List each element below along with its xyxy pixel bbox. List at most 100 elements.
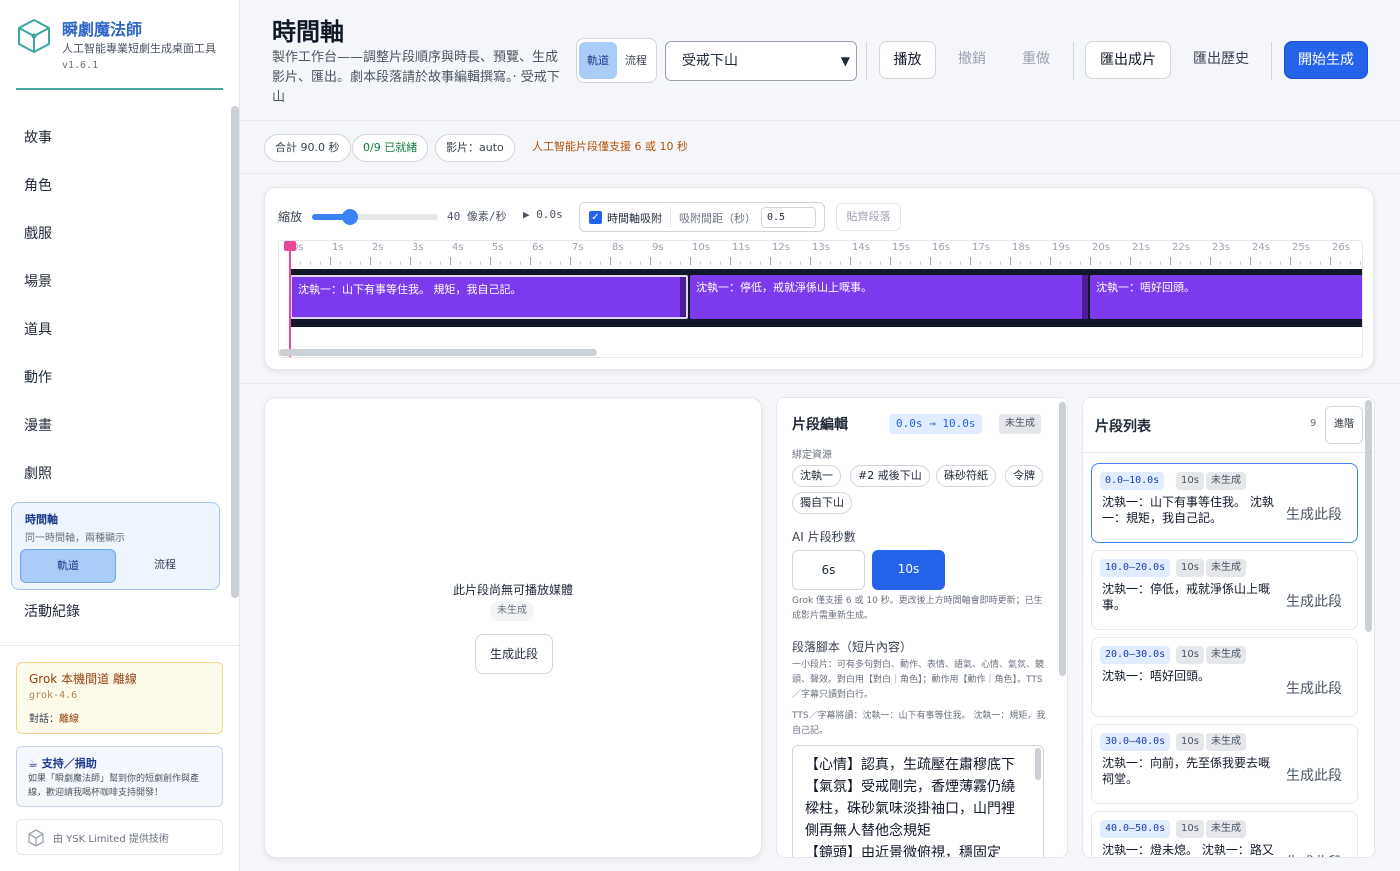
ruler-minor-tick <box>740 261 741 265</box>
start-generation-button[interactable]: 開始生成 <box>1284 41 1368 79</box>
track-view-button[interactable]: 軌道 <box>579 42 617 79</box>
credit-text: 由 YSK Limited 提供技術 <box>53 834 169 845</box>
export-video-button[interactable]: 匯出成片 <box>1085 41 1171 79</box>
ruler-minor-tick <box>560 261 561 265</box>
sidebar-item-timeline[interactable]: 時間軸 同一時間軸，兩種顯示 軌道 流程 <box>11 502 220 590</box>
flow-view-button[interactable]: 流程 <box>617 42 655 79</box>
clip-list-scrollbar[interactable] <box>1365 400 1372 632</box>
sidebar-item-costumes[interactable]: 戲服 <box>0 210 230 258</box>
sidebar-item-scenes[interactable]: 場景 <box>0 258 230 306</box>
clip-status: 未生成 <box>1206 733 1246 751</box>
play-button[interactable]: 播放 <box>879 41 936 79</box>
story-select-value: 受戒下山 <box>682 53 738 69</box>
sidebar-item-stills[interactable]: 劇照 <box>0 450 230 498</box>
clip-generate-button[interactable]: 生成此段 <box>1286 591 1342 611</box>
resource-tag[interactable]: 沈執一 <box>792 465 841 487</box>
sidebar-scrollbar[interactable] <box>231 106 239 598</box>
resource-tag[interactable]: 獨自下山 <box>792 492 852 514</box>
sidebar-track-view-button[interactable]: 軌道 <box>20 549 116 583</box>
clip-generate-button[interactable]: 生成此段 <box>1286 504 1342 524</box>
export-history-button[interactable]: 匯出歷史 <box>1185 41 1257 79</box>
duration-10s-button[interactable]: 10s <box>872 550 945 590</box>
editor-scrollbar[interactable] <box>1059 402 1066 676</box>
ruler-tick <box>1330 257 1331 265</box>
clip-text: 沈執一：燈未熄。 沈執一：路又 <box>1102 843 1274 857</box>
timeline-clip[interactable]: 沈執一：停低，戒就淨係山上嘅事。 <box>690 275 1088 319</box>
ruler-minor-tick <box>760 261 761 265</box>
header-divider <box>240 120 1400 121</box>
ruler-minor-tick <box>1020 261 1021 265</box>
timeline-track-area[interactable]: 0s 1s 2s 3s 4s 5s 6s 7s 8s 9s 10s 11s 12s 13s 14s 15s 16… <box>278 240 1363 358</box>
sidebar-item-actions[interactable]: 動作 <box>0 354 230 402</box>
sidebar-item-comics[interactable]: 漫畫 <box>0 402 230 450</box>
ruler-minor-tick <box>1180 261 1181 265</box>
ruler-minor-tick <box>1360 261 1361 265</box>
generate-segment-button[interactable]: 生成此段 <box>475 634 553 674</box>
zoom-slider-thumb[interactable] <box>341 209 358 225</box>
sidebar-flow-view-button[interactable]: 流程 <box>117 549 213 583</box>
clip-card[interactable]: 40.0–50.0s 10s 未生成 沈執一：燈未熄。 沈執一：路又 生成此段 <box>1091 811 1358 857</box>
credit-card[interactable]: 由 YSK Limited 提供技術 <box>16 819 223 855</box>
sidebar-item-story[interactable]: 故事 <box>0 114 230 162</box>
grok-status: 對話：離線 <box>29 710 79 725</box>
zoom-value: 40 像素/秒 <box>447 210 507 223</box>
ruler-tick-label: 18s <box>1012 242 1030 253</box>
playhead-handle[interactable] <box>284 241 296 251</box>
ruler-tick <box>570 257 571 265</box>
clip-card[interactable]: 30.0–40.0s 10s 未生成 沈執一：向前，先至係我要去嘅祠堂。 生成此… <box>1091 724 1358 804</box>
ruler-minor-tick <box>1120 261 1121 265</box>
sidebar-item-props[interactable]: 道具 <box>0 306 230 354</box>
resource-tag[interactable]: 硃砂符紙 <box>936 465 996 487</box>
clip-card[interactable]: 0.0–10.0s 10s 未生成 沈執一：山下有事等住我。 沈執一：規矩，我自… <box>1091 463 1358 543</box>
undo-button[interactable]: 撤銷 <box>948 41 996 79</box>
ruler-minor-tick <box>390 261 391 265</box>
resource-tag[interactable]: 令牌 <box>1005 465 1043 487</box>
grok-model: grok-4.6 <box>29 690 78 701</box>
ruler-tick-label: 26s <box>1332 242 1350 253</box>
ruler-minor-tick <box>300 261 301 265</box>
ruler-tick-label: 16s <box>932 242 950 253</box>
resource-tag[interactable]: #2 戒後下山 <box>850 465 930 487</box>
ruler-minor-tick <box>990 261 991 265</box>
textarea-scrollbar[interactable] <box>1035 748 1041 780</box>
clip-generate-button[interactable]: 生成此段 <box>1286 678 1342 698</box>
clip-generate-button[interactable]: 生成此段 <box>1286 852 1342 857</box>
zoom-slider[interactable] <box>312 209 438 225</box>
segment-editor: 片段編輯 0.0s → 10.0s 未生成 綁定資源 沈執一 #2 戒後下山 硃… <box>776 397 1068 858</box>
ruler-minor-tick <box>920 261 921 265</box>
timeline-clip[interactable]: 沈執一：唔好回頭。 <box>1090 275 1362 319</box>
snap-divider <box>670 207 671 227</box>
ruler-minor-tick <box>1100 261 1101 265</box>
ruler-tick-label: 17s <box>972 242 990 253</box>
timeline-clip[interactable]: 沈執一：山下有事等住我。 規矩，我自己記。 <box>290 275 688 319</box>
support-card[interactable]: ☕ 支持／捐助 如果「瞬劇魔法師」幫到你的短劇創作與產線，歡迎請我喝杯咖啡支持開… <box>16 746 223 807</box>
advanced-button[interactable]: 進階 <box>1325 406 1363 444</box>
ruler-tick-label: 15s <box>892 242 910 253</box>
timeline-scrollbar[interactable] <box>279 349 597 356</box>
ruler-tick-label: 23s <box>1212 242 1230 253</box>
snap-checkbox[interactable]: ✓ <box>589 211 602 224</box>
ruler-minor-tick <box>550 261 551 265</box>
page-description: 製作工作台——調整片段順序與時長、預覽、生成影片、匯出。劇本段落請於故事編輯撰寫… <box>272 50 560 105</box>
clip-generate-button[interactable]: 生成此段 <box>1286 765 1342 785</box>
story-select[interactable]: 受戒下山 ▼ <box>665 41 857 81</box>
ruler-tick-label: 24s <box>1252 242 1270 253</box>
snap-gap-input[interactable]: 0.5 <box>761 207 816 228</box>
align-segments-button[interactable]: 貼齊段落 <box>836 203 901 231</box>
sidebar-item-characters[interactable]: 角色 <box>0 162 230 210</box>
app-version: v1.6.1 <box>62 60 99 71</box>
ruler-tick-label: 4s <box>452 242 464 253</box>
duration-6s-button[interactable]: 6s <box>792 550 865 590</box>
clip-card[interactable]: 20.0–30.0s 10s 未生成 沈執一：唔好回頭。 生成此段 <box>1091 637 1358 717</box>
clip-card[interactable]: 10.0–20.0s 10s 未生成 沈執一：停低，戒就淨係山上嘅事。 生成此段 <box>1091 550 1358 630</box>
redo-button[interactable]: 重做 <box>1012 41 1060 79</box>
playhead-position: ▶ 0.0s <box>523 208 563 221</box>
script-line: 【鏡頭】由近景微俯視，穩固定 <box>805 845 1001 858</box>
snap-gap-label: 吸附間距（秒） <box>679 212 756 225</box>
script-textarea[interactable]: 【心情】認真，生疏壓在肅穆底下 【氣氛】受戒剛完，香煙薄霧仍繞樑柱，硃砂氣味淡掛… <box>792 745 1044 858</box>
clip-resize-handle[interactable] <box>1082 275 1088 319</box>
clip-resize-handle[interactable] <box>680 277 686 317</box>
playhead[interactable] <box>289 241 291 357</box>
sidebar-item-activity-log[interactable]: 活動紀錄 <box>0 588 230 636</box>
time-ruler[interactable]: 0s 1s 2s 3s 4s 5s 6s 7s 8s 9s 10s 11s 12s 13s 14s 15s 16… <box>279 241 1362 269</box>
